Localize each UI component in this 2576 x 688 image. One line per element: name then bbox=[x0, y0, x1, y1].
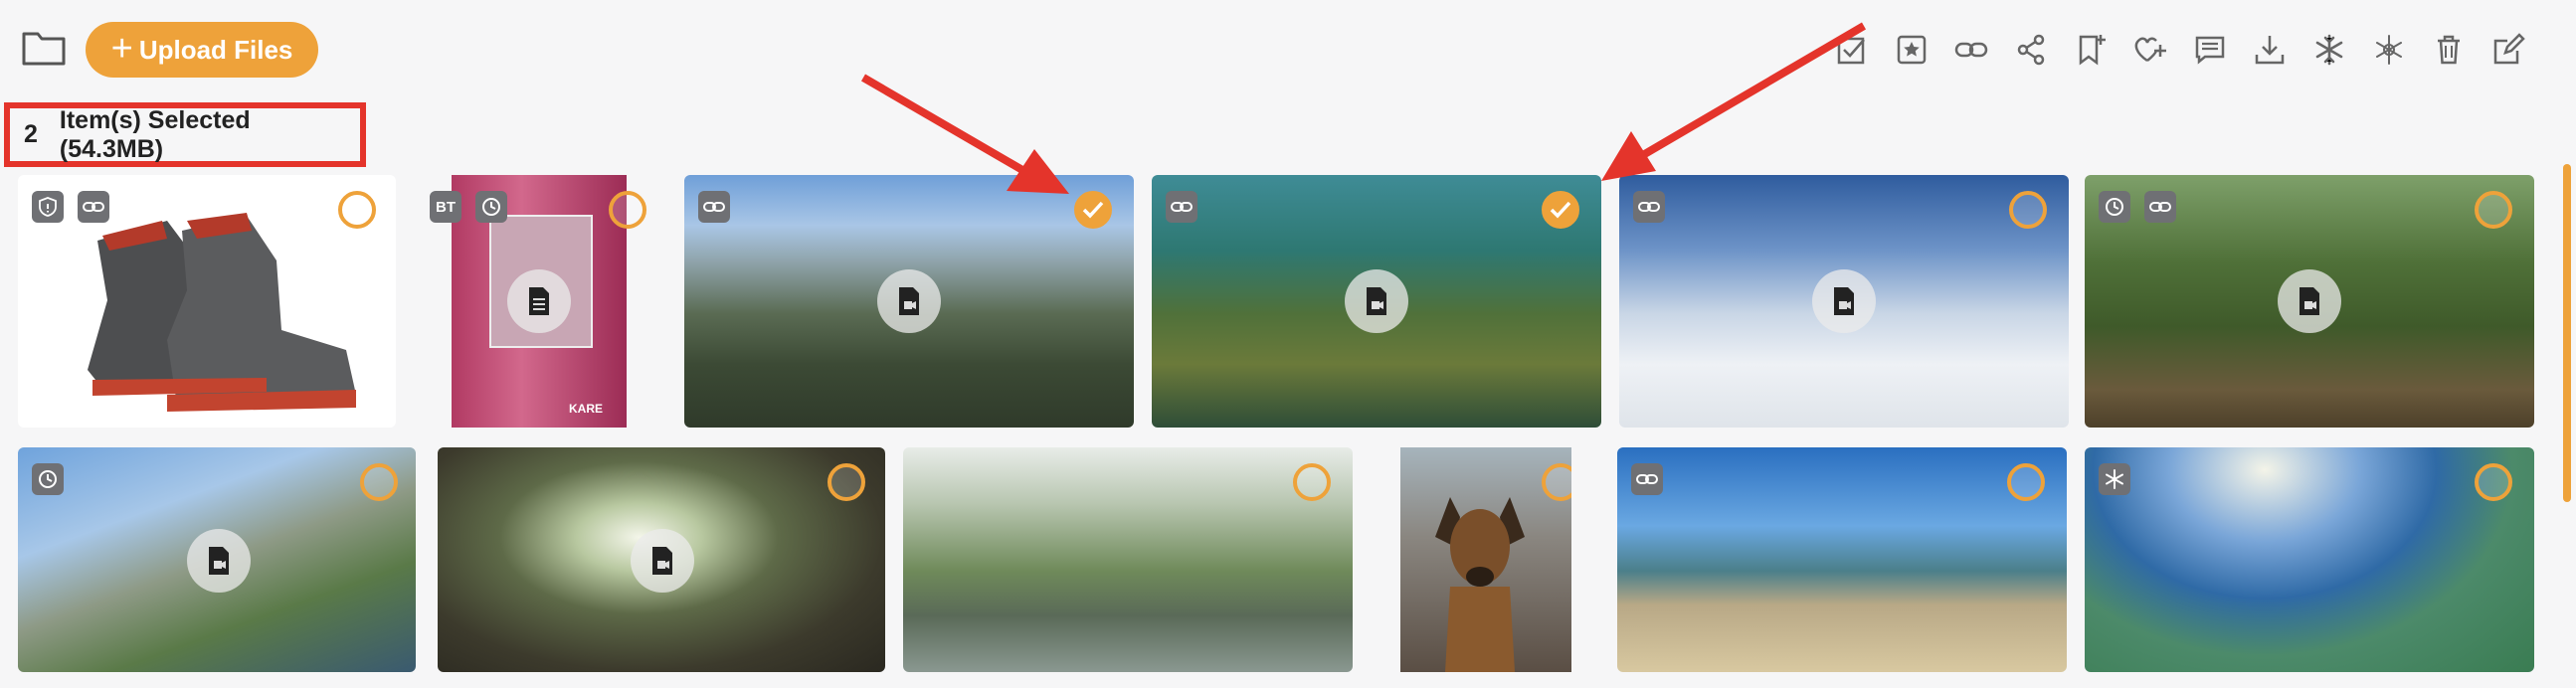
arrow-to-first-selection bbox=[860, 74, 1069, 194]
annotation-arrows bbox=[860, 22, 1867, 194]
arrow-to-second-selection bbox=[1601, 22, 1867, 181]
